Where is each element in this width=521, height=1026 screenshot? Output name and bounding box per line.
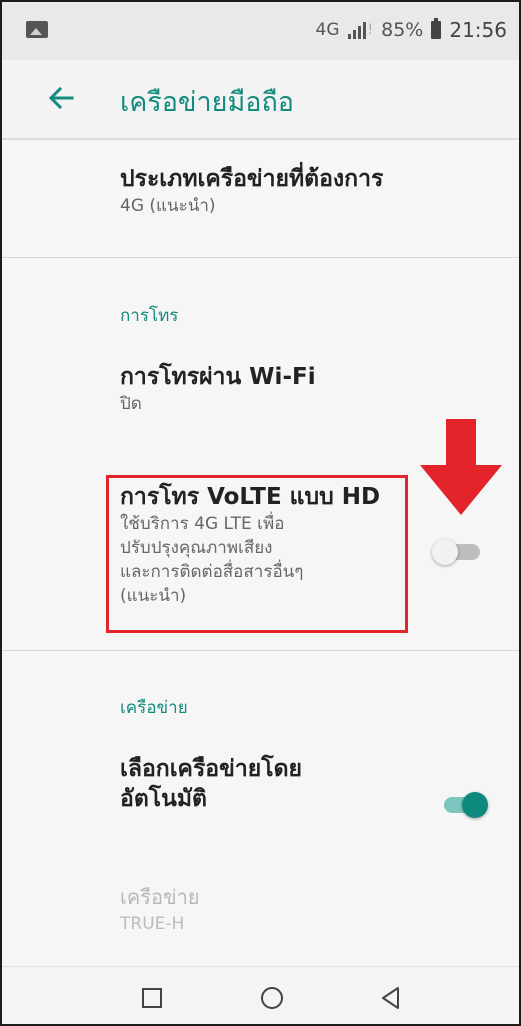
auto-select-network-toggle[interactable] xyxy=(436,790,488,820)
status-bar: 4G ! 85% 21:56 xyxy=(2,2,519,60)
circle-home-icon[interactable] xyxy=(255,981,289,1015)
network-type: 4G xyxy=(315,20,340,40)
red-highlight-box xyxy=(106,475,408,633)
toggle-thumb xyxy=(432,539,458,565)
volte-hd-toggle[interactable] xyxy=(432,537,484,567)
battery-percent: 85% xyxy=(381,19,424,41)
status-indicators: 4G ! 85% 21:56 xyxy=(315,16,507,44)
item-subtitle: TRUE-H xyxy=(120,914,185,934)
item-subtitle: 4G (แนะนำ) xyxy=(120,196,216,216)
item-title: การโทรผ่าน Wi-Fi xyxy=(120,364,316,390)
image-notification-icon xyxy=(26,21,48,38)
page-title: เครือข่ายมือถือ xyxy=(120,87,295,118)
section-header-network: เครือข่าย xyxy=(120,698,188,718)
data-activity-icon: ! xyxy=(367,22,374,38)
divider xyxy=(2,257,519,258)
app-toolbar: เครือข่ายมือถือ xyxy=(2,60,519,140)
preferred-network-type-item[interactable]: ประเภทเครือข่ายที่ต้องการ 4G (แนะนำ) xyxy=(120,164,383,218)
triangle-back-icon[interactable] xyxy=(374,981,408,1015)
toggle-thumb xyxy=(462,792,488,818)
red-down-arrow-icon xyxy=(420,419,502,515)
signal-strength-icon xyxy=(347,21,366,39)
item-title: เครือข่าย xyxy=(120,885,200,909)
item-subtitle: ปิด xyxy=(120,394,142,414)
item-title: ประเภทเครือข่ายที่ต้องการ xyxy=(120,166,384,192)
auto-select-network-item[interactable]: เลือกเครือข่ายโดย อัตโนมัติ xyxy=(120,754,302,814)
square-recents-icon[interactable] xyxy=(135,981,169,1015)
item-title-line: เลือกเครือข่ายโดย xyxy=(120,756,302,782)
system-navigation-bar xyxy=(2,966,519,1024)
back-arrow-icon[interactable] xyxy=(42,78,82,118)
phone-screen: 4G ! 85% 21:56 เครือข่ายมือถือ ประเภทเคร… xyxy=(0,0,521,1026)
item-title-line: อัตโนมัติ xyxy=(120,786,207,812)
divider xyxy=(2,650,519,651)
clock: 21:56 xyxy=(449,18,507,42)
section-header-calls: การโทร xyxy=(120,306,179,326)
network-item: เครือข่าย TRUE-H xyxy=(120,882,200,936)
battery-icon xyxy=(431,18,442,39)
wifi-calling-item[interactable]: การโทรผ่าน Wi-Fi ปิด xyxy=(120,362,316,416)
